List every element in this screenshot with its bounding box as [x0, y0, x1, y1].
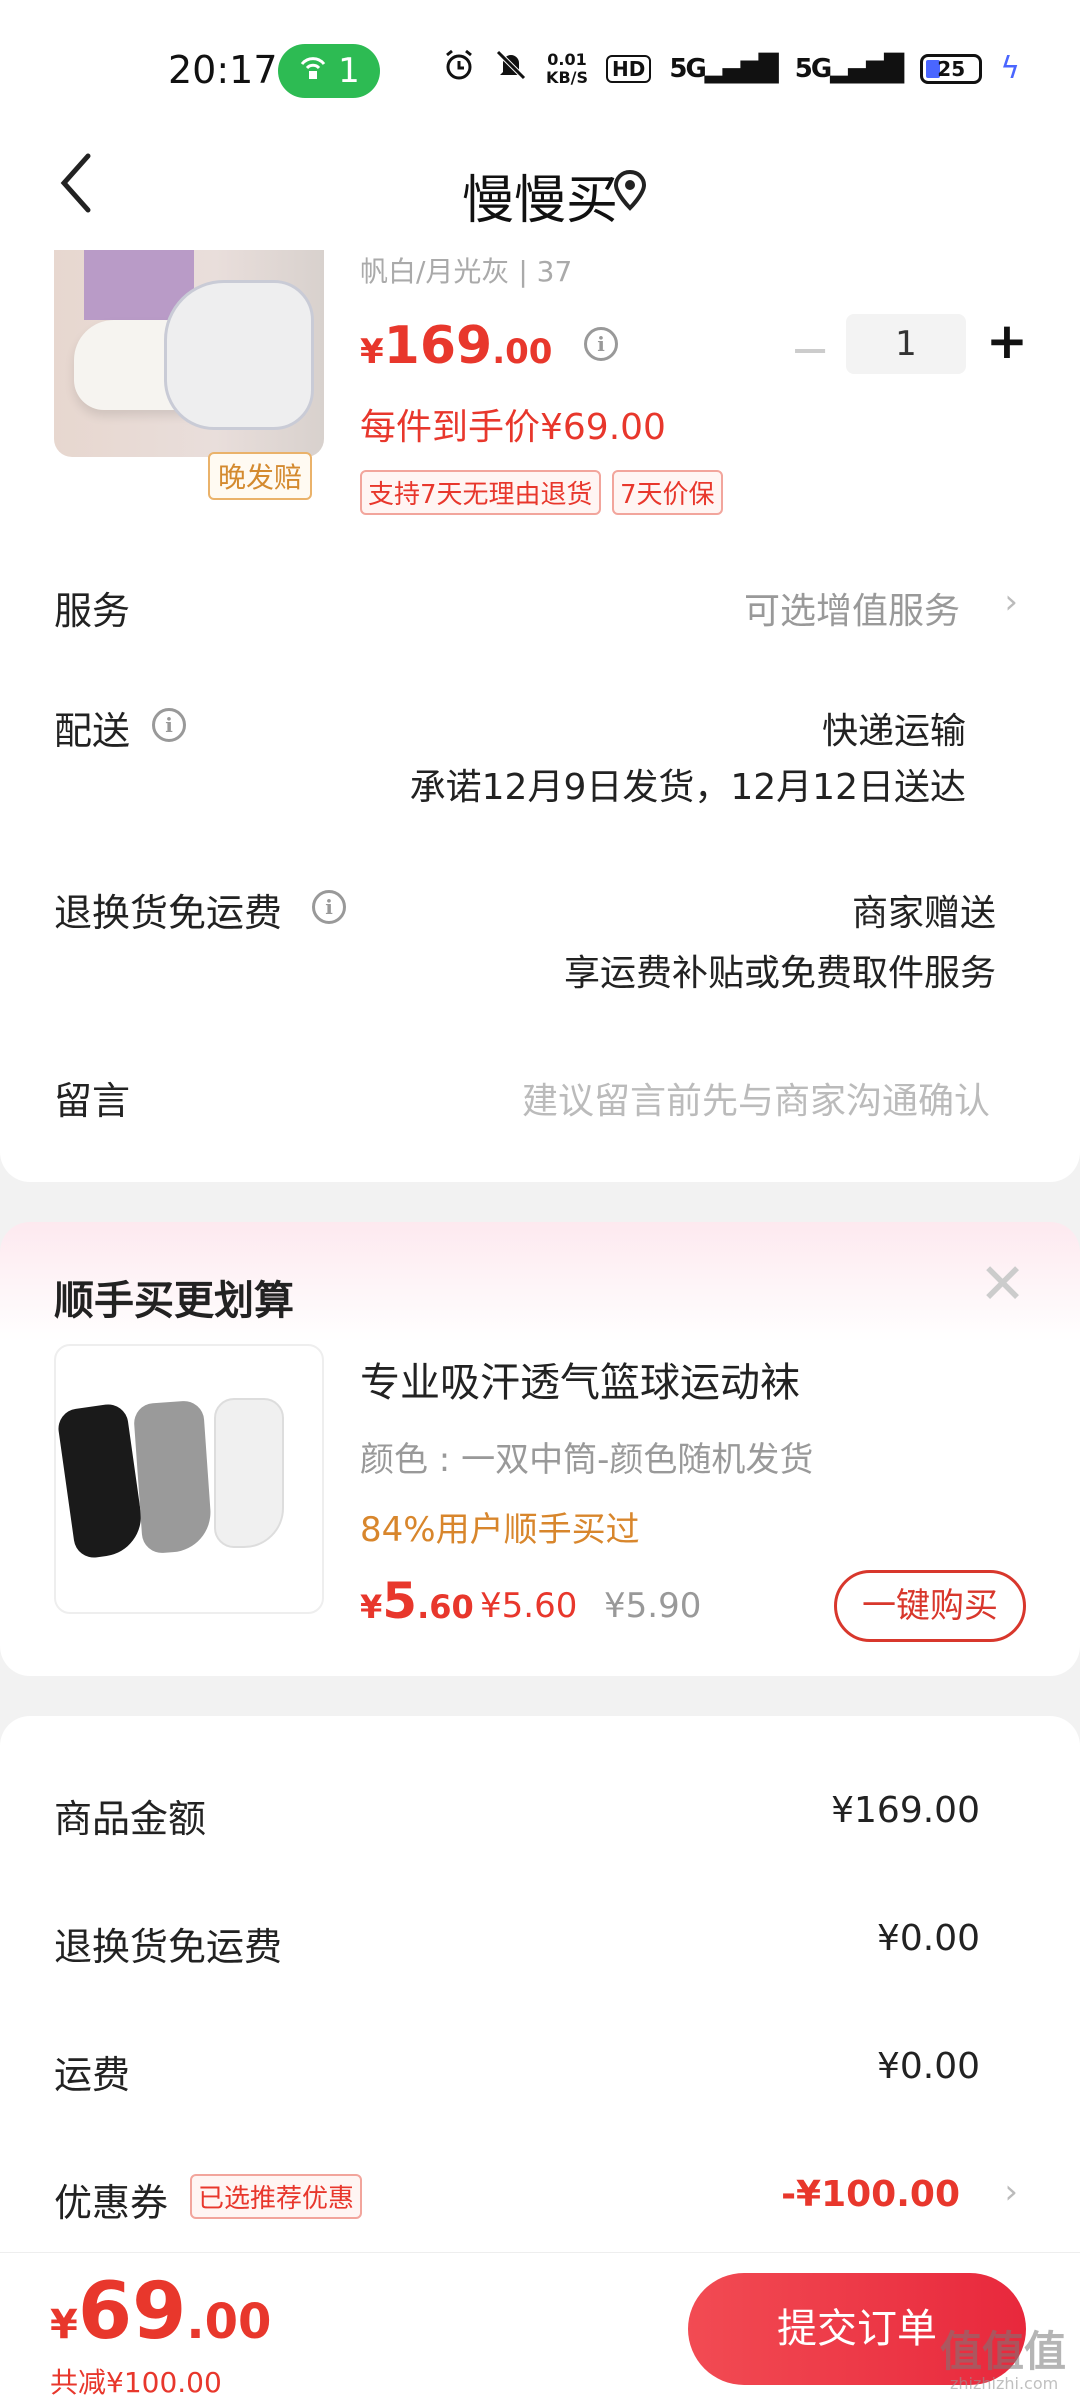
sock-stat: 84%用户顺手买过 — [360, 1510, 640, 1550]
product-variant[interactable]: 帆白/月光灰 | 37 — [360, 250, 572, 290]
status-time: 20:17 — [168, 48, 278, 92]
upsell-title: 顺手买更划算 — [54, 1278, 294, 1324]
location-pin-icon[interactable] — [610, 166, 650, 216]
mute-icon — [494, 48, 528, 89]
service-label: 服务 — [54, 589, 131, 633]
total-price: ¥69.00 — [50, 2267, 272, 2357]
status-icons: 0.01 KB/S HD 5G▂▄▆█ 5G▂▄▆█ 25 ϟ — [442, 48, 1020, 89]
charging-icon: ϟ — [1000, 51, 1020, 86]
price-info-icon[interactable]: i — [584, 327, 619, 361]
coupon-label: 优惠券 — [54, 2181, 169, 2225]
message-input[interactable]: 建议留言前先与商家沟通确认 — [522, 1072, 990, 1124]
net-speed: 0.01 KB/S — [546, 49, 589, 87]
sock-product-image[interactable] — [54, 1344, 324, 1614]
nav-bar: 慢慢买 — [0, 130, 1080, 250]
free-return-fee-label: 退换货免运费 — [54, 1925, 283, 1969]
watermark-logo: 值值值 — [940, 2327, 1067, 2376]
message-label: 留言 — [54, 1079, 131, 1123]
one-click-buy-button[interactable]: 一键购买 — [834, 1570, 1026, 1642]
hotspot-indicator[interactable]: 1 — [278, 44, 380, 98]
price-protect-tag: 7天价保 — [612, 470, 723, 515]
upsell-card: 顺手买更划算 ✕ 专业吸汗透气篮球运动袜 颜色 : 一双中筒-颜色随机发货 84… — [0, 1222, 1080, 1676]
sock-name[interactable]: 专业吸汗透气篮球运动袜 — [360, 1350, 800, 1408]
goods-amount-value: ¥169.00 — [831, 1790, 980, 1831]
hotspot-icon — [298, 51, 328, 91]
coupon-value[interactable]: -¥100.00 — [781, 2174, 960, 2215]
checkout-bar: ¥69.00 共减¥100.00 提交订单 — [0, 2252, 1080, 2400]
return-value: 商家赠送 — [851, 893, 996, 934]
total-saved: 共减¥100.00 — [50, 2366, 222, 2399]
battery-icon: 25 — [920, 53, 983, 84]
product-image[interactable] — [54, 250, 324, 457]
delivery-label: 配送 — [54, 709, 131, 753]
delivery-info-icon[interactable]: i — [152, 708, 186, 742]
each-final-price: 每件到手价¥69.00 — [360, 407, 666, 448]
return-policy-tag: 支持7天无理由退货 — [360, 470, 601, 515]
order-detail-card: 帆白/月光灰 | 37 ¥169.00 i − 1 + 每件到手价¥69.00 … — [0, 250, 1080, 1182]
close-icon[interactable]: ✕ — [979, 1252, 1026, 1317]
status-bar: 20:17 1 0.01 KB/S HD 5G▂▄▆█ 5G▂▄▆█ 25 ϟ — [0, 0, 1080, 130]
shipping-fee-value: ¥0.00 — [876, 2046, 980, 2087]
alarm-icon — [442, 48, 476, 89]
return-info-icon[interactable]: i — [312, 890, 346, 924]
free-return-label: 退换货免运费 — [54, 891, 283, 935]
delivery-method[interactable]: 快递运输 — [822, 702, 966, 754]
signal-icon-2: 5G▂▄▆█ — [794, 53, 904, 84]
page-title: 慢慢买 — [461, 171, 618, 231]
sock-price: ¥5.60 — [360, 1572, 474, 1630]
goods-amount-label: 商品金额 — [54, 1797, 207, 1841]
quantity-input[interactable]: 1 — [846, 314, 966, 374]
chevron-right-icon[interactable]: › — [1004, 2172, 1018, 2212]
hd-icon: HD — [606, 54, 652, 83]
quantity-decrease-button[interactable]: − — [790, 322, 830, 378]
return-detail: 享运费补贴或免费取件服务 — [563, 953, 996, 994]
shipping-fee-label: 运费 — [54, 2053, 131, 2097]
watermark-url: zhizhizhi.com — [950, 2374, 1059, 2393]
late-compensation-tag: 晚发赔 — [208, 452, 313, 500]
product-price: ¥169.00 i — [360, 316, 619, 376]
coupon-recommend-tag: 已选推荐优惠 — [190, 2174, 363, 2219]
free-return-fee-value: ¥0.00 — [876, 1918, 980, 1959]
sock-color: 颜色 : 一双中筒-颜色随机发货 — [360, 1440, 814, 1480]
service-value[interactable]: 可选增值服务 — [744, 582, 960, 634]
sock-original-price: ¥5.90 — [604, 1586, 702, 1626]
quantity-increase-button[interactable]: + — [986, 312, 1028, 370]
delivery-promise: 承诺12月9日发货，12月12日送达 — [409, 767, 966, 808]
sock-price-2: ¥5.60 — [480, 1586, 578, 1626]
signal-icon-1: 5G▂▄▆█ — [669, 53, 778, 84]
chevron-right-icon[interactable]: › — [1004, 582, 1018, 622]
hotspot-count: 1 — [338, 51, 360, 91]
